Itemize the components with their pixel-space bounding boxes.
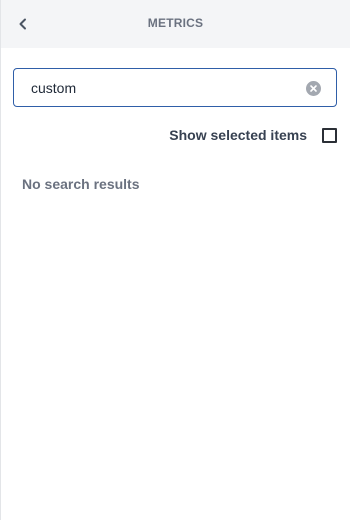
search-box: [13, 68, 337, 107]
empty-results-message: No search results: [22, 176, 140, 192]
panel-header: METRICS: [1, 0, 350, 48]
search-input[interactable]: [31, 78, 281, 98]
clear-search-button[interactable]: [306, 81, 321, 96]
show-selected-label: Show selected items: [169, 127, 307, 143]
page-title: METRICS: [147, 16, 204, 30]
clear-circle-icon: [306, 81, 321, 96]
show-selected-checkbox[interactable]: [322, 127, 337, 143]
metrics-panel: METRICS Show selected items No search re…: [0, 0, 350, 520]
show-selected-row: Show selected items: [169, 126, 337, 144]
